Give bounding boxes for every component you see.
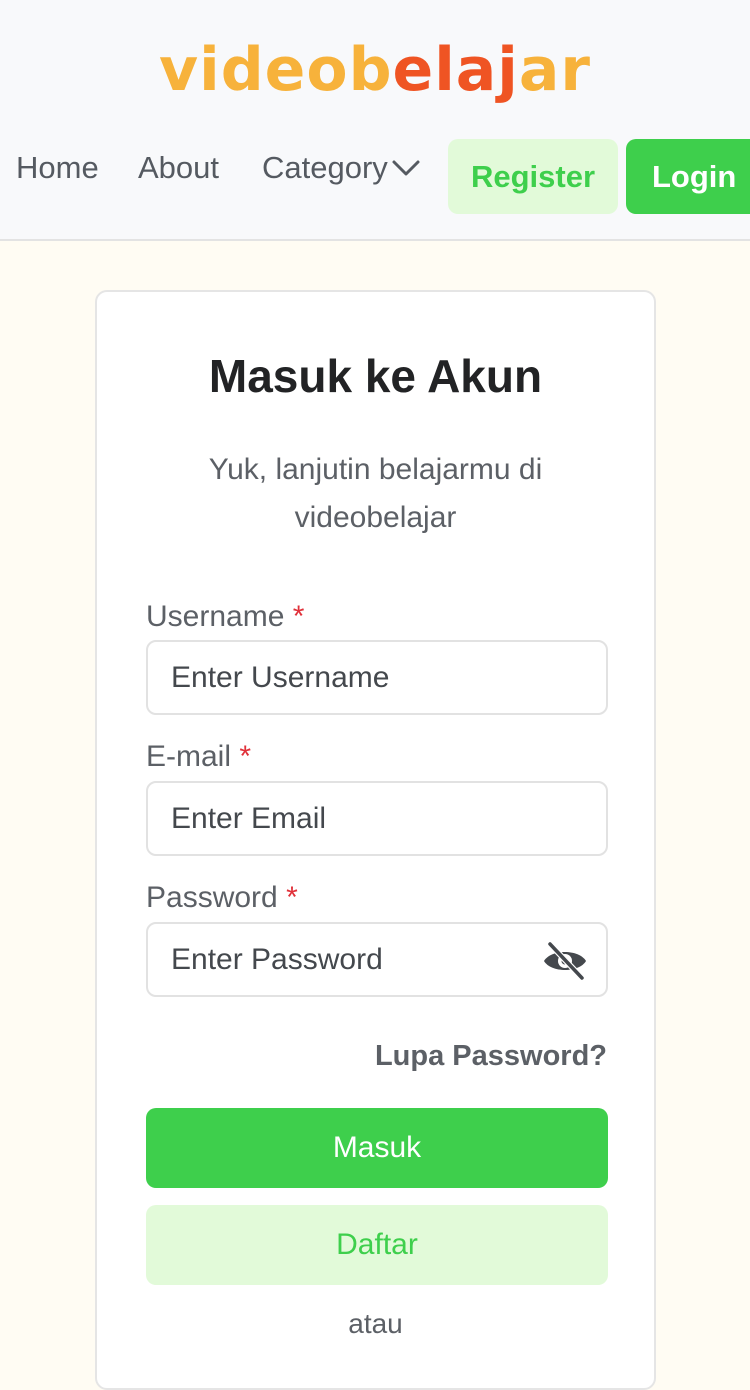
brand-logo[interactable]: videobelajar — [0, 30, 750, 110]
divider-text: atau — [348, 1308, 403, 1339]
required-marker: * — [292, 600, 305, 633]
card-subtitle: Yuk, lanjutin belajarmu di videobelajar — [208, 453, 543, 534]
nav-about-link[interactable]: About — [138, 146, 219, 190]
site-header: videobelajar Home About Category Registe… — [0, 0, 750, 241]
chevron-down-icon — [390, 152, 422, 184]
daftar-button[interactable]: Daftar — [146, 1205, 608, 1285]
card-title: Masuk ke Akun — [208, 350, 543, 402]
email-input[interactable] — [146, 781, 608, 856]
register-button[interactable]: Register — [448, 139, 618, 214]
username-input[interactable] — [146, 640, 608, 715]
email-label: E-mail * — [146, 740, 252, 773]
required-marker: * — [286, 881, 298, 914]
required-marker: * — [239, 740, 252, 773]
nav-home-link[interactable]: Home — [16, 146, 99, 190]
password-label: Password * — [146, 881, 298, 914]
forgot-password-link[interactable]: Lupa Password? — [375, 1036, 607, 1076]
nav-category-label: Category — [262, 150, 388, 185]
password-input[interactable] — [146, 922, 608, 997]
nav-category-dropdown[interactable]: Category — [262, 146, 422, 190]
username-label: Username * — [146, 600, 305, 633]
submit-login-button[interactable]: Masuk — [146, 1108, 608, 1188]
login-button[interactable]: Login — [626, 139, 750, 214]
eye-off-icon[interactable] — [541, 940, 589, 982]
login-card: Masuk ke Akun Yuk, lanjutin belajarmu di… — [95, 290, 656, 1390]
